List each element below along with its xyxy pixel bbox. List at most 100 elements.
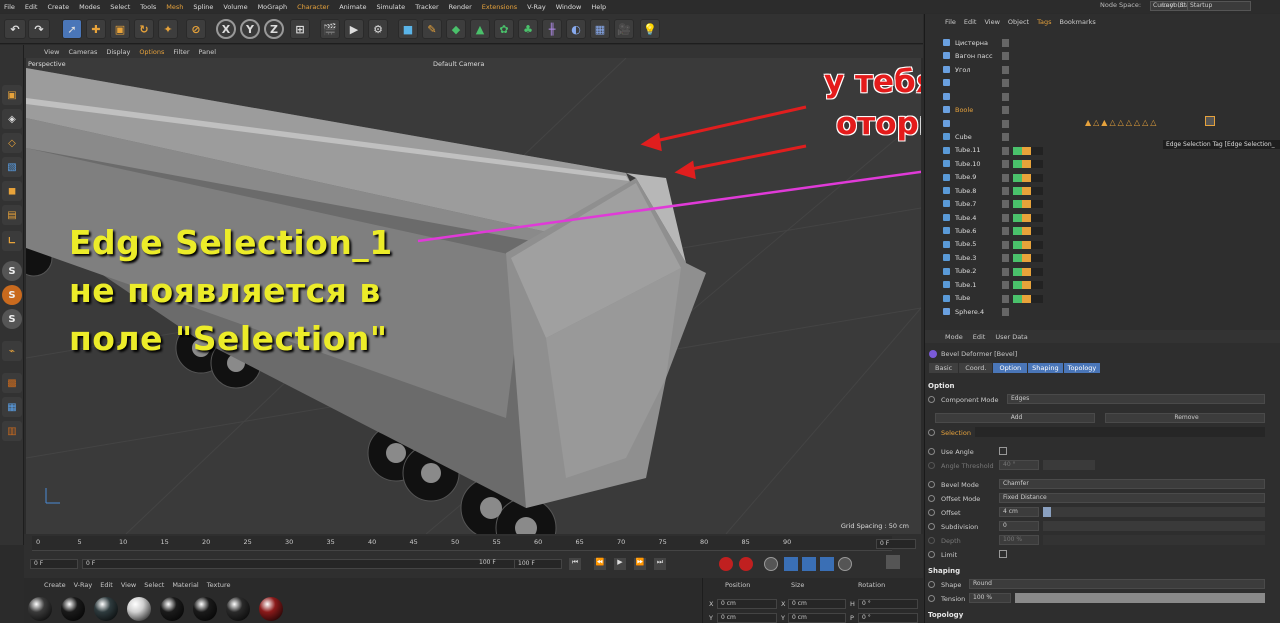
- object-row[interactable]: Sphere.4: [925, 305, 1280, 318]
- object-row[interactable]: Вагон пасс: [925, 49, 1280, 62]
- viewport-menu-options[interactable]: Options: [139, 48, 164, 56]
- object-row[interactable]: Boole: [925, 103, 1280, 116]
- tab-topology[interactable]: Topology: [1063, 363, 1101, 373]
- anim-dot-limit[interactable]: [928, 551, 935, 558]
- menu-volume[interactable]: Volume: [223, 3, 247, 11]
- visibility-toggle[interactable]: [1002, 92, 1009, 101]
- anim-dot-offset-mode[interactable]: [928, 495, 935, 502]
- polygons-mode-icon[interactable]: ◼: [2, 181, 22, 201]
- offset-slider[interactable]: [1043, 507, 1265, 517]
- render-view-icon[interactable]: 🎬: [320, 19, 340, 39]
- mat-menu-edit[interactable]: Edit: [100, 581, 113, 589]
- menu-mograph[interactable]: MoGraph: [258, 3, 288, 11]
- subdivision-field[interactable]: 0: [999, 521, 1039, 531]
- object-row[interactable]: Tube.10: [925, 157, 1280, 170]
- tag-icons[interactable]: [1013, 146, 1043, 155]
- edges-mode-icon[interactable]: ▧: [2, 157, 22, 177]
- record-icon[interactable]: [719, 557, 733, 571]
- anim-dot-depth[interactable]: [928, 537, 935, 544]
- anim-dot-offset[interactable]: [928, 509, 935, 516]
- menu-character[interactable]: Character: [297, 3, 329, 11]
- menu-extensions[interactable]: Extensions: [482, 3, 517, 11]
- attr-menu-edit[interactable]: Edit: [973, 333, 986, 341]
- mat-menu-material[interactable]: Material: [172, 581, 198, 589]
- camera-icon[interactable]: 🎥: [614, 19, 634, 39]
- snap-3d-icon[interactable]: S: [2, 309, 22, 329]
- material-swatch[interactable]: [127, 597, 151, 621]
- anim-dot-angle-threshold[interactable]: [928, 462, 935, 469]
- object-row[interactable]: Tube.7: [925, 197, 1280, 210]
- visibility-toggle[interactable]: [1002, 281, 1009, 290]
- visibility-toggle[interactable]: [1002, 186, 1009, 195]
- grid-icon[interactable]: ▦: [2, 397, 22, 417]
- limit-checkbox[interactable]: [999, 550, 1007, 558]
- deformer-icon[interactable]: ╫: [542, 19, 562, 39]
- menu-vray[interactable]: V-Ray: [527, 3, 546, 11]
- menu-edit[interactable]: Edit: [25, 3, 38, 11]
- material-swatch[interactable]: [259, 597, 283, 621]
- attr-menu-mode[interactable]: Mode: [945, 333, 963, 341]
- workplane-icon[interactable]: ▩: [2, 373, 22, 393]
- remove-button[interactable]: Remove: [1105, 413, 1265, 423]
- rotate-icon[interactable]: ↻: [134, 19, 154, 39]
- menu-spline[interactable]: Spline: [193, 3, 213, 11]
- key-scale-icon[interactable]: [802, 557, 816, 571]
- visibility-toggle[interactable]: [1002, 52, 1009, 61]
- anim-dot-bevel-mode[interactable]: [928, 481, 935, 488]
- mat-menu-create[interactable]: Create: [44, 581, 66, 589]
- viewport-menu-view[interactable]: View: [44, 48, 59, 56]
- scale-icon[interactable]: ▣: [110, 19, 130, 39]
- tag-icons[interactable]: [1013, 294, 1043, 303]
- use-angle-checkbox[interactable]: [999, 447, 1007, 455]
- coords-sy-field[interactable]: 0 cm: [788, 613, 846, 623]
- mat-menu-select[interactable]: Select: [144, 581, 164, 589]
- mograph-icon[interactable]: ♣: [518, 19, 538, 39]
- x-axis-icon[interactable]: X: [216, 19, 236, 39]
- visibility-toggle[interactable]: [1002, 65, 1009, 74]
- goto-end-icon[interactable]: ⏭: [654, 558, 666, 570]
- offset-mode-select[interactable]: Fixed Distance: [999, 493, 1265, 503]
- object-row[interactable]: Tube.9: [925, 171, 1280, 184]
- tab-coord[interactable]: Coord.: [959, 363, 993, 373]
- menu-simulate[interactable]: Simulate: [376, 3, 405, 11]
- object-row[interactable]: Tube.8: [925, 184, 1280, 197]
- anim-dot-selection[interactable]: [928, 429, 935, 436]
- visibility-toggle[interactable]: [1002, 254, 1009, 263]
- tag-icons[interactable]: [1013, 240, 1043, 249]
- render-settings-icon[interactable]: ⚙: [368, 19, 388, 39]
- viewport-menu-filter[interactable]: Filter: [173, 48, 189, 56]
- tab-shaping[interactable]: Shaping: [1028, 363, 1063, 373]
- snap-settings-icon[interactable]: S: [2, 285, 22, 305]
- floor-icon[interactable]: ▦: [590, 19, 610, 39]
- om-menu-edit[interactable]: Edit: [964, 18, 977, 30]
- material-swatch[interactable]: [28, 597, 52, 621]
- bevel-mode-select[interactable]: Chamfer: [999, 479, 1265, 489]
- tag-icons[interactable]: [1013, 160, 1043, 169]
- coords-py-field[interactable]: 0 cm: [717, 613, 777, 623]
- tension-field[interactable]: 100 %: [969, 593, 1011, 603]
- goto-start-icon[interactable]: ⏮: [569, 558, 581, 570]
- visibility-toggle[interactable]: [1002, 240, 1009, 249]
- menu-mesh[interactable]: Mesh: [166, 3, 183, 11]
- visibility-toggle[interactable]: [1002, 119, 1009, 128]
- depth-field[interactable]: 100 %: [999, 535, 1039, 545]
- visibility-toggle[interactable]: [1002, 308, 1009, 316]
- visibility-toggle[interactable]: [1002, 39, 1009, 47]
- tab-basic[interactable]: Basic: [929, 363, 959, 373]
- angle-threshold-field[interactable]: 40 °: [999, 460, 1039, 470]
- light-icon[interactable]: 💡: [640, 19, 660, 39]
- material-swatch[interactable]: [94, 597, 118, 621]
- menu-animate[interactable]: Animate: [339, 3, 366, 11]
- move-icon[interactable]: ✚: [86, 19, 106, 39]
- mat-menu-vray[interactable]: V-Ray: [74, 581, 93, 589]
- anim-dot-component-mode[interactable]: [928, 396, 935, 403]
- visibility-toggle[interactable]: [1002, 213, 1009, 222]
- coords-h-field[interactable]: 0 °: [858, 599, 918, 609]
- coords-px-field[interactable]: 0 cm: [717, 599, 777, 609]
- tag-icons[interactable]: [1013, 267, 1043, 276]
- tag-icons[interactable]: [1013, 173, 1043, 182]
- offset-field[interactable]: 4 cm: [999, 507, 1039, 517]
- object-row[interactable]: Tube.5: [925, 238, 1280, 251]
- coords-sx-field[interactable]: 0 cm: [788, 599, 846, 609]
- menu-file[interactable]: File: [4, 3, 15, 11]
